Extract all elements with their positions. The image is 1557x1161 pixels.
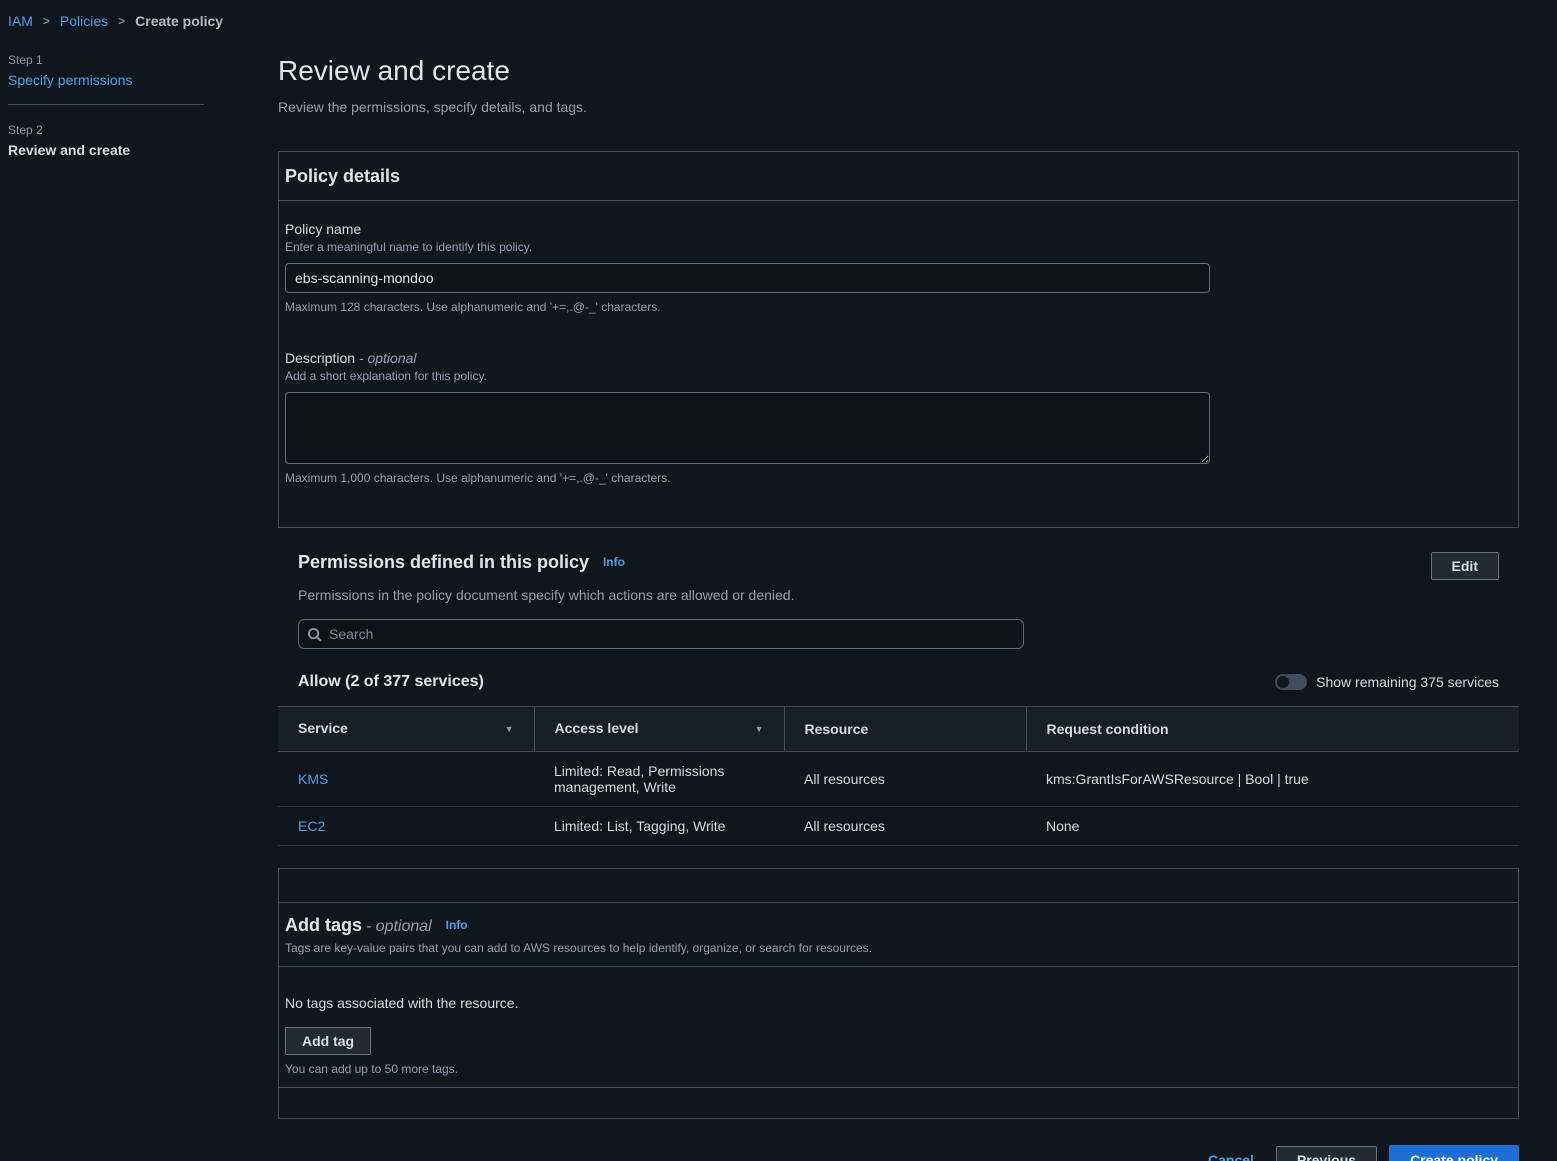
main-content: Review and create Review the permissions… <box>278 29 1519 1161</box>
policy-details-body: Policy name Enter a meaningful name to i… <box>279 201 1518 527</box>
column-header-service[interactable]: Service ▼ <box>278 707 534 752</box>
service-link-kms[interactable]: KMS <box>298 771 328 787</box>
iam-create-policy-page: IAM > Policies > Create policy Step 1 Sp… <box>0 0 1557 1161</box>
breadcrumb: IAM > Policies > Create policy <box>0 0 1557 29</box>
access-level-cell: Limited: Read, Permissions management, W… <box>534 752 784 807</box>
column-header-resource: Resource <box>784 707 1026 752</box>
permissions-section: Permissions defined in this policy Info … <box>278 552 1519 846</box>
request-condition-cell: kms:GrantIsForAWSResource | Bool | true <box>1026 752 1519 807</box>
tags-footer-strip <box>279 1088 1518 1118</box>
service-cell: EC2 <box>278 807 534 846</box>
description-optional-suffix: - optional <box>359 350 417 366</box>
access-level-cell: Limited: List, Tagging, Write <box>534 807 784 846</box>
tags-header: Add tags - optional Info Tags are key-va… <box>279 903 1518 967</box>
description-constraint: Maximum 1,000 characters. Use alphanumer… <box>285 471 1512 485</box>
description-label-text: Description <box>285 350 355 366</box>
step-divider <box>8 104 204 105</box>
column-header-service-label: Service <box>298 720 348 736</box>
column-header-access-label: Access level <box>555 720 639 736</box>
resource-cell: All resources <box>784 807 1026 846</box>
add-tags-panel: Add tags - optional Info Tags are key-va… <box>278 868 1519 1119</box>
footer-actions: Cancel Previous Create policy <box>278 1145 1519 1161</box>
step2-current: Review and create <box>8 142 248 158</box>
permissions-info-link[interactable]: Info <box>603 555 625 569</box>
toggle-knob <box>1277 676 1289 688</box>
tags-constraint: You can add up to 50 more tags. <box>285 1062 1512 1076</box>
column-header-condition-label: Request condition <box>1047 721 1169 737</box>
column-header-request-condition: Request condition <box>1026 707 1519 752</box>
resource-cell: All resources <box>784 752 1026 807</box>
service-link-ec2[interactable]: EC2 <box>298 818 325 834</box>
description-hint: Add a short explanation for this policy. <box>285 369 1512 383</box>
permissions-heading: Permissions defined in this policy Info <box>298 552 625 573</box>
allow-heading: Allow (2 of 377 services) <box>298 673 484 691</box>
steps-sidebar: Step 1 Specify permissions Step 2 Review… <box>0 29 278 1161</box>
description-label: Description - optional <box>285 350 1512 366</box>
edit-button[interactable]: Edit <box>1431 552 1499 580</box>
cancel-button[interactable]: Cancel <box>1208 1152 1254 1161</box>
service-cell: KMS <box>278 752 534 807</box>
breadcrumb-link-policies[interactable]: Policies <box>60 13 108 29</box>
breadcrumb-chevron-icon: > <box>43 14 50 28</box>
page-title: Review and create <box>278 55 1519 87</box>
step2-eyebrow: Step 2 <box>8 123 248 137</box>
tags-description: Tags are key-value pairs that you can ad… <box>285 941 1512 955</box>
previous-button[interactable]: Previous <box>1276 1146 1377 1161</box>
policy-name-input[interactable] <box>285 263 1210 293</box>
policy-details-panel: Policy details Policy name Enter a meani… <box>278 151 1519 528</box>
tags-title: Add tags <box>285 915 362 935</box>
tags-body: No tags associated with the resource. Ad… <box>279 967 1518 1088</box>
show-remaining-toggle-wrap: Show remaining 375 services <box>1275 674 1499 690</box>
column-header-access-level[interactable]: Access level ▼ <box>534 707 784 752</box>
policy-name-constraint: Maximum 128 characters. Use alphanumeric… <box>285 300 1512 314</box>
search-input[interactable] <box>329 626 1015 642</box>
policy-details-title: Policy details <box>285 166 400 186</box>
policy-name-hint: Enter a meaningful name to identify this… <box>285 240 1512 254</box>
sort-icon[interactable]: ▼ <box>755 720 764 738</box>
description-textarea[interactable] <box>285 392 1210 464</box>
table-row: EC2 Limited: List, Tagging, Write All re… <box>278 807 1519 846</box>
permissions-table: Service ▼ Access level ▼ Resource <box>278 706 1519 846</box>
table-header-row: Service ▼ Access level ▼ Resource <box>278 707 1519 752</box>
breadcrumb-link-iam[interactable]: IAM <box>8 13 33 29</box>
page-subtitle: Review the permissions, specify details,… <box>278 99 1519 115</box>
add-tag-button[interactable]: Add tag <box>285 1027 371 1055</box>
search-icon <box>307 627 322 642</box>
tags-optional-suffix: - optional <box>366 918 432 935</box>
table-row: KMS Limited: Read, Permissions managemen… <box>278 752 1519 807</box>
step1-eyebrow: Step 1 <box>8 53 248 67</box>
create-policy-button[interactable]: Create policy <box>1389 1145 1519 1161</box>
column-header-resource-label: Resource <box>805 721 869 737</box>
step1-link[interactable]: Specify permissions <box>8 72 248 88</box>
toggle-label: Show remaining 375 services <box>1316 674 1499 690</box>
request-condition-cell: None <box>1026 807 1519 846</box>
tags-empty-message: No tags associated with the resource. <box>285 995 1512 1011</box>
show-remaining-toggle[interactable] <box>1275 674 1307 690</box>
tags-top-strip <box>279 869 1518 903</box>
search-box <box>298 619 1024 649</box>
permissions-title: Permissions defined in this policy <box>298 552 589 572</box>
sort-icon[interactable]: ▼ <box>505 720 514 738</box>
permissions-description: Permissions in the policy document speci… <box>298 587 1499 603</box>
breadcrumb-chevron-icon: > <box>118 14 125 28</box>
policy-details-header: Policy details <box>279 152 1518 201</box>
breadcrumb-current: Create policy <box>135 13 223 29</box>
policy-name-label: Policy name <box>285 221 1512 237</box>
tags-info-link[interactable]: Info <box>446 918 468 932</box>
